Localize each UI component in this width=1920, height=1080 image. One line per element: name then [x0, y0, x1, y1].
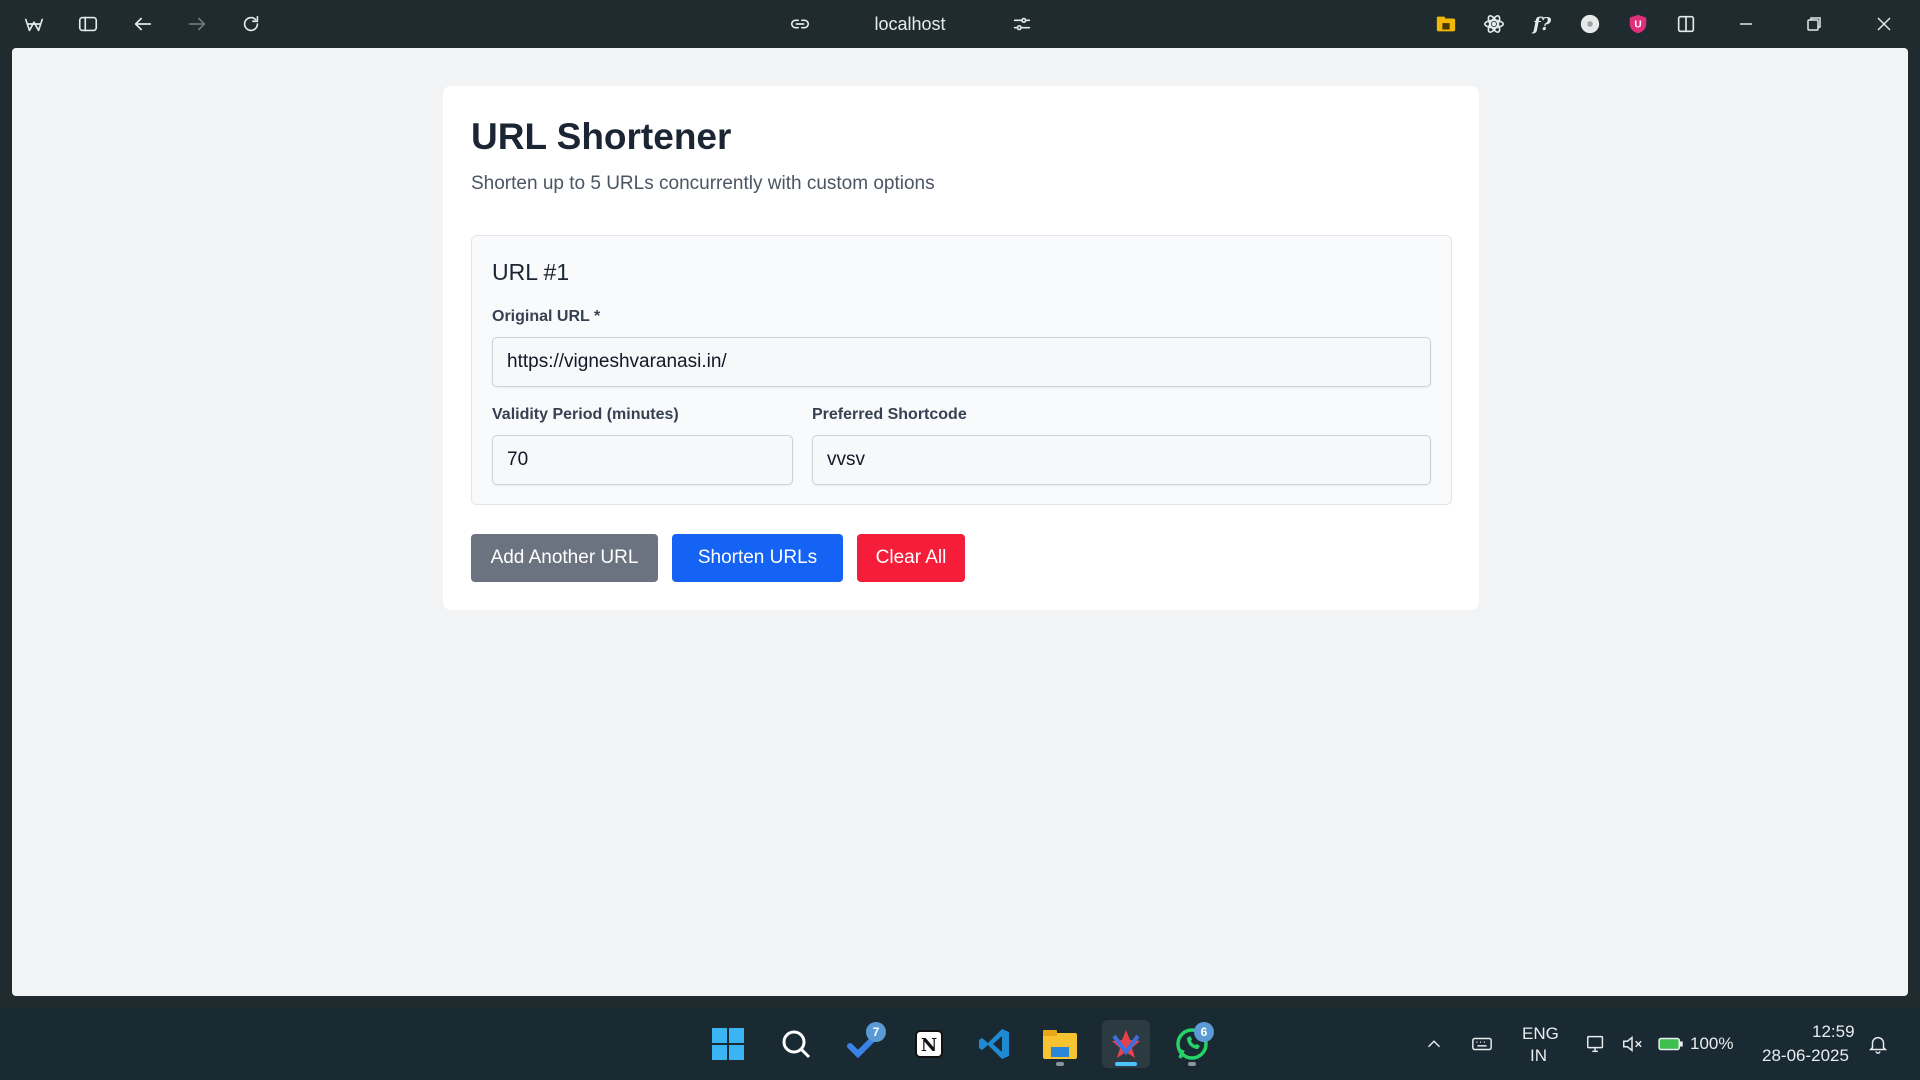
search-icon[interactable]: [772, 1020, 820, 1068]
file-explorer-icon[interactable]: [1036, 1020, 1084, 1068]
folder-extension-icon[interactable]: [1434, 12, 1458, 36]
profile-extension-icon[interactable]: [1578, 12, 1602, 36]
volume-muted-icon[interactable]: [1620, 1032, 1644, 1056]
battery-percent: 100%: [1690, 1034, 1734, 1053]
forward-icon[interactable]: [185, 12, 209, 36]
browser-app-icon[interactable]: [1102, 1020, 1150, 1068]
ublock-icon[interactable]: U: [1626, 12, 1650, 36]
language-line1[interactable]: ENG: [1522, 1024, 1559, 1044]
reload-icon[interactable]: [239, 12, 263, 36]
clear-all-button[interactable]: Clear All: [857, 534, 965, 582]
add-url-button[interactable]: Add Another URL: [471, 534, 658, 582]
shorten-urls-button[interactable]: Shorten URLs: [672, 534, 843, 582]
restore-button[interactable]: [1800, 10, 1828, 38]
clock-date[interactable]: 28-06-2025: [1762, 1046, 1849, 1066]
vscode-icon[interactable]: [970, 1020, 1018, 1068]
svg-text:N: N: [921, 1035, 937, 1056]
split-view-icon[interactable]: [1674, 12, 1698, 36]
page-subtitle: Shorten up to 5 URLs concurrently with c…: [471, 173, 935, 194]
clock-time[interactable]: 12:59: [1812, 1022, 1855, 1042]
validity-input[interactable]: [492, 435, 793, 485]
shortener-card: URL Shortener Shorten up to 5 URLs concu…: [443, 86, 1479, 610]
address-bar[interactable]: localhost: [840, 12, 980, 36]
windows-start-icon[interactable]: [704, 1020, 752, 1068]
url-entry-block: URL #1 Original URL * Validity Period (m…: [471, 235, 1452, 505]
keyboard-icon[interactable]: [1470, 1032, 1494, 1056]
language-line2[interactable]: IN: [1530, 1046, 1547, 1066]
network-icon[interactable]: [1584, 1032, 1608, 1056]
notifications-icon[interactable]: [1866, 1032, 1890, 1056]
back-icon[interactable]: [131, 12, 155, 36]
react-devtools-icon[interactable]: [1482, 12, 1506, 36]
original-url-input[interactable]: [492, 337, 1431, 387]
site-settings-icon[interactable]: [1010, 12, 1034, 36]
taskbar: 7 N 6 ENG IN 100% 12:59 28-06-2025: [0, 1008, 1920, 1080]
minimize-button[interactable]: [1732, 10, 1760, 38]
browser-toolbar: localhost f? U: [0, 0, 1920, 48]
original-url-label: Original URL *: [492, 308, 601, 325]
whatsapp-badge: 6: [1194, 1022, 1214, 1042]
url-block-title: URL #1: [492, 259, 570, 285]
page-title: URL Shortener: [471, 116, 732, 157]
browser-logo-icon[interactable]: [22, 12, 46, 36]
svg-text:U: U: [1634, 20, 1641, 31]
font-finder-icon[interactable]: f?: [1530, 12, 1554, 36]
page-viewport: URL Shortener Shorten up to 5 URLs concu…: [12, 48, 1908, 996]
close-button[interactable]: [1870, 10, 1898, 38]
shortcode-input[interactable]: [812, 435, 1431, 485]
validity-label: Validity Period (minutes): [492, 406, 679, 423]
link-icon[interactable]: [788, 12, 812, 36]
todo-badge: 7: [866, 1022, 886, 1042]
chevron-up-icon[interactable]: [1422, 1032, 1446, 1056]
shortcode-label: Preferred Shortcode: [812, 406, 967, 423]
todo-icon[interactable]: 7: [840, 1020, 888, 1068]
whatsapp-icon[interactable]: 6: [1168, 1020, 1216, 1068]
notion-icon[interactable]: N: [905, 1020, 953, 1068]
sidebar-icon[interactable]: [76, 12, 100, 36]
battery-icon[interactable]: [1656, 1032, 1686, 1056]
